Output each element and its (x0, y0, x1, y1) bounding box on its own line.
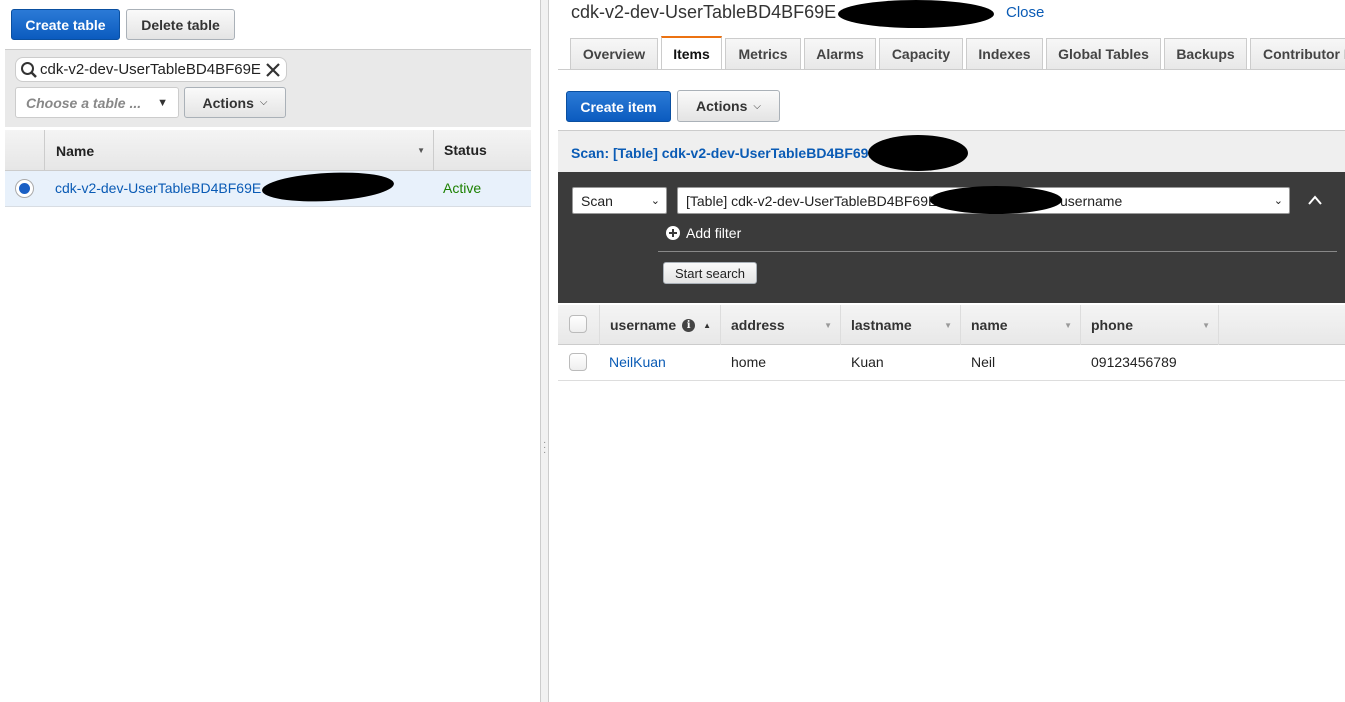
left-actions-button[interactable]: Actions ⌵ (184, 87, 286, 118)
item-address: home (731, 354, 767, 370)
choose-table-select[interactable]: Choose a table ... ▼ (15, 87, 179, 118)
choose-table-placeholder: Choose a table ... (26, 94, 142, 111)
collapse-chevron-icon[interactable] (1306, 193, 1324, 207)
actions-label: Actions (202, 94, 254, 111)
scan-target-suffix: username (1060, 192, 1123, 209)
redaction-mark (868, 135, 968, 171)
scan-header-title[interactable]: Scan: [Table] cdk-v2-dev-UserTableBD4BF6… (571, 145, 878, 161)
actions-label: Actions (696, 98, 748, 114)
table-search-input[interactable]: cdk-v2-dev-UserTableBD4BF69E (15, 57, 287, 82)
tab-indexes[interactable]: Indexes (966, 38, 1043, 69)
item-username-link[interactable]: NeilKuan (609, 354, 666, 370)
column-label: lastname (851, 317, 912, 333)
close-link[interactable]: Close (1006, 4, 1044, 21)
column-header-address[interactable]: address ▼ (721, 305, 841, 345)
chevron-down-icon: ⌄ (1273, 195, 1283, 207)
column-header-name[interactable]: Name ▼ (44, 130, 434, 171)
tab-baseline (558, 69, 1345, 70)
add-filter-label: Add filter (686, 225, 742, 241)
column-header-name[interactable]: name ▼ (961, 305, 1081, 345)
sort-caret-icon: ▼ (824, 320, 832, 330)
search-value: cdk-v2-dev-UserTableBD4BF69E (40, 61, 261, 78)
column-label: username (610, 317, 677, 333)
column-header-phone[interactable]: phone ▼ (1081, 305, 1219, 345)
caret-down-icon: ▼ (157, 96, 168, 109)
chevron-down-icon: ⌵ (259, 97, 268, 108)
chevron-down-icon: ⌄ (650, 195, 660, 207)
plus-circle-icon (666, 226, 680, 240)
tab-backups[interactable]: Backups (1164, 38, 1247, 69)
sort-caret-icon: ▼ (1202, 320, 1210, 330)
tab-overview[interactable]: Overview (570, 38, 658, 69)
name-header-label: Name (56, 142, 95, 159)
row-radio[interactable] (15, 179, 34, 198)
chevron-down-icon: ⌵ (753, 100, 761, 112)
tab-global-tables[interactable]: Global Tables (1046, 38, 1161, 69)
scan-mode-select[interactable]: Scan ⌄ (572, 187, 667, 214)
column-label: address (731, 317, 785, 333)
column-label: phone (1091, 317, 1133, 333)
column-header-status: Status (444, 142, 487, 158)
create-table-button[interactable]: Create table (11, 9, 120, 40)
tab-capacity[interactable]: Capacity (879, 38, 963, 69)
redaction-mark (930, 186, 1062, 214)
start-search-button[interactable]: Start search (663, 262, 757, 284)
sort-caret-icon: ▼ (944, 320, 952, 330)
item-lastname: Kuan (851, 354, 884, 370)
tab-metrics[interactable]: Metrics (725, 38, 801, 69)
select-all-checkbox[interactable] (569, 315, 587, 333)
row-divider (558, 380, 1345, 381)
sort-caret-icon: ▼ (417, 146, 425, 155)
table-title: cdk-v2-dev-UserTableBD4BF69E (571, 2, 837, 22)
scan-mode-value: Scan (581, 192, 613, 209)
item-phone: 09123456789 (1091, 354, 1177, 370)
row-checkbox[interactable] (569, 353, 587, 371)
item-name: Neil (971, 354, 996, 370)
table-name-link[interactable]: cdk-v2-dev-UserTableBD4BF69E (55, 180, 261, 196)
table-status: Active (443, 180, 482, 196)
pane-splitter[interactable]: · · · (540, 0, 549, 702)
tab-items[interactable]: Items (661, 36, 722, 69)
divider (658, 251, 1337, 252)
scan-target-prefix: [Table] cdk-v2-dev-UserTableBD4BF69E (686, 192, 938, 209)
create-item-button[interactable]: Create item (566, 91, 671, 122)
column-header-username[interactable]: username i ▲ (600, 305, 721, 345)
add-filter-button[interactable]: Add filter (666, 225, 741, 241)
column-label: name (971, 317, 1008, 333)
column-header-lastname[interactable]: lastname ▼ (841, 305, 961, 345)
info-icon[interactable]: i (682, 318, 696, 332)
delete-table-button[interactable]: Delete table (126, 9, 235, 40)
sort-caret-icon: ▼ (1064, 320, 1072, 330)
search-icon (21, 61, 37, 78)
tab-alarms[interactable]: Alarms (804, 38, 876, 69)
tab-contributor-insights[interactable]: Contributor I (1250, 38, 1345, 69)
sort-ascending-icon: ▲ (703, 320, 712, 330)
redaction-mark (838, 0, 994, 28)
clear-icon[interactable] (265, 62, 281, 78)
items-actions-button[interactable]: Actions ⌵ (677, 90, 780, 122)
